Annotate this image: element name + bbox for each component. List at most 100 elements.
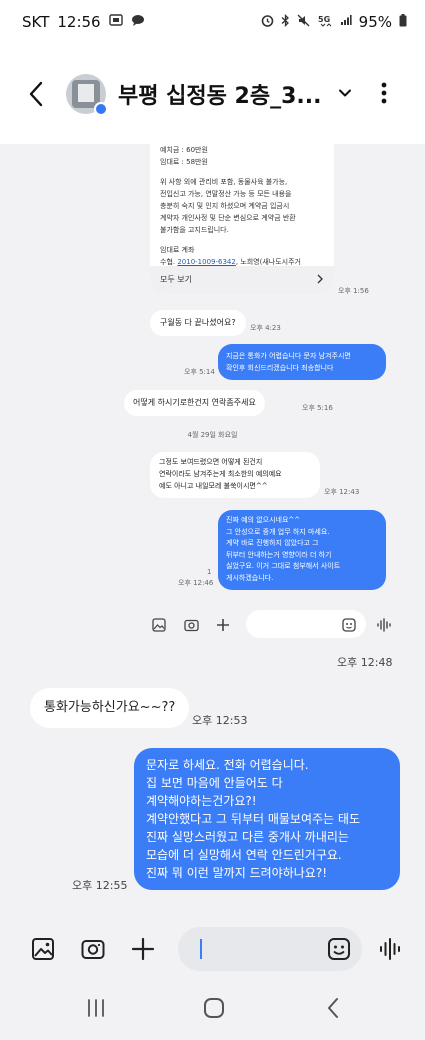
expand-button[interactable] — [336, 84, 354, 102]
home-icon — [204, 998, 224, 1018]
message-timestamp: 오후 12:53 — [192, 714, 248, 727]
incoming-message[interactable]: 그정도 보여드렸으면 어떻게 된건지 연락이라도 남겨주는게 최소한의 예의예요… — [150, 452, 320, 498]
account-holder: , 노희영(새나도시주거 — [235, 258, 301, 266]
embedded-input — [246, 610, 366, 638]
mute-icon — [297, 14, 310, 31]
sticker-icon — [342, 617, 356, 636]
voice-wave-icon — [376, 618, 392, 636]
message-line: 연락이라도 남겨주는게 최소한의 예의예요 — [159, 470, 282, 478]
incoming-message-card[interactable]: 예치금 : 60만원 임대료 : 58만원 위 사항 외에 관리비 포함, 동물… — [150, 144, 334, 294]
5g-icon: 5G — [317, 13, 333, 31]
back-button[interactable] — [22, 76, 52, 112]
chevron-down-icon — [339, 89, 351, 97]
voice-input-button[interactable] — [378, 936, 404, 962]
message-line: 그정도 보여드렸으면 어떻게 된건지 — [159, 458, 263, 466]
message-timestamp: 오후 12:43 — [324, 488, 360, 496]
message-line: 모습에 더 실망해서 연락 안드린거구요. — [146, 848, 342, 862]
message-line: 진짜 예의 없으시네요^^ — [226, 516, 301, 524]
avatar-photo-detail — [78, 84, 94, 102]
bluetooth-icon — [281, 13, 290, 31]
unread-count: 1 — [207, 568, 212, 576]
nav-back-button[interactable] — [322, 996, 346, 1020]
conversation-header: 부평 십정동 2층_3... — [0, 44, 425, 144]
message-line: 문자로 하세요. 전화 어렵습니다. — [146, 758, 309, 772]
message-line: 계약안했다고 그 뒤부터 매물보여주는 태도 — [146, 812, 360, 826]
camera-icon — [184, 618, 199, 636]
back-icon — [328, 998, 338, 1018]
message-line: 게시하겠습니다. — [226, 573, 274, 582]
message-line: 계약 바로 진행하지 않았다고 그 — [226, 539, 319, 547]
card-line: 임대료 : 58만원 — [160, 158, 208, 166]
date-separator: 4월 29일 화요일 — [187, 431, 238, 439]
recents-icon — [88, 999, 104, 1017]
gallery-icon — [32, 938, 54, 960]
card-line: 충분히 숙지 및 인지 하셨으며 계약금 입금시 — [160, 202, 290, 210]
message-input[interactable] — [178, 927, 362, 971]
message-line: 계약해야하는건가요?! — [146, 794, 257, 808]
message-line: 지금은 통화가 어렵습니다 문자 남겨주시면 — [226, 352, 351, 360]
gallery-button[interactable] — [30, 936, 56, 962]
incoming-message[interactable]: 통화가능하신가요~~?? — [30, 688, 190, 728]
outgoing-message[interactable]: 진짜 예의 없으시네요^^ 그 안성으로 중개 업무 하지 마세요. 계약 바로… — [218, 510, 386, 590]
camera-icon — [81, 940, 105, 959]
gallery-icon — [152, 618, 166, 636]
outgoing-message[interactable]: 지금은 통화가 어렵습니다 문자 남겨주시면 확인후 회신드리겠습니다 죄송합니… — [218, 344, 386, 380]
message-timestamp: 오후 5:14 — [184, 368, 215, 376]
outgoing-message[interactable]: 문자로 하세요. 전화 어렵습니다. 집 보면 마음에 안들어도 다 계약해야하… — [134, 748, 400, 890]
account-label: 임대료 계좌 — [160, 246, 195, 254]
more-options-button[interactable] — [377, 78, 391, 108]
camera-button[interactable] — [80, 936, 106, 962]
composer-bar — [0, 920, 425, 1040]
voice-wave-icon — [380, 938, 400, 960]
message-line: 진짜 실망스러웠고 다른 중개사 까내리는 — [146, 830, 349, 844]
carrier-label: SKT — [22, 13, 50, 31]
message-line: 예도 아니고 내일모레 불쑥이시면^^ — [159, 482, 268, 490]
message-line: 뒤부터 안내하는거 영향이라 더 하기 — [226, 550, 332, 559]
see-all-button[interactable]: 모두 보기 — [150, 266, 334, 294]
card-line: 불가함을 고지드립니다. — [160, 226, 229, 234]
signal-icon — [340, 14, 352, 30]
see-all-label: 모두 보기 — [160, 275, 192, 284]
card-line: 예치금 : 60만원 — [160, 146, 208, 154]
text-caret — [200, 939, 202, 959]
battery-percent: 95% — [358, 13, 392, 31]
incoming-message[interactable]: 어떻게 하시기로한건지 연락좀주세요 — [124, 390, 265, 416]
more-vertical-icon — [381, 82, 387, 104]
embedded-composer — [150, 610, 400, 640]
chevron-left-icon — [29, 81, 43, 107]
message-timestamp: 오후 4:23 — [250, 324, 281, 332]
rcs-badge-icon — [94, 102, 108, 116]
contact-name[interactable]: 부평 십정동 2층_3... — [118, 78, 321, 110]
chat-bubble-icon — [131, 14, 145, 30]
message-line: 진짜 뭐 이런 말까지 드려야하나요?! — [146, 866, 327, 880]
message-line: 확인후 회신드리겠습니다 죄송합니다 — [226, 364, 334, 372]
plus-icon — [131, 937, 155, 961]
sticker-icon — [328, 938, 350, 960]
message-timestamp: 오후 1:56 — [338, 287, 369, 295]
message-line: 싫었구요. 이거 그대로 첨부해서 사이트 — [226, 562, 341, 570]
chevron-right-icon — [316, 274, 324, 287]
incoming-message[interactable]: 구월동 다 끝나셨어요? — [150, 310, 246, 336]
message-line: 그 안성으로 중개 업무 하지 마세요. — [226, 527, 330, 536]
card-line: 전입신고 가능, 연말정산 가능 등 모든 내용을 — [160, 190, 292, 198]
message-timestamp: 오후 12:48 — [337, 656, 393, 669]
message-line: 집 보면 마음에 안들어도 다 — [146, 776, 283, 790]
recents-button[interactable] — [84, 996, 108, 1020]
message-timestamp: 오후 12:46 — [178, 579, 214, 587]
sim-icon — [108, 14, 123, 30]
account-number-link[interactable]: 2010-1009-6342 — [177, 258, 236, 266]
clock: 12:56 — [57, 13, 101, 31]
message-timestamp: 오후 12:55 — [72, 879, 128, 892]
card-line: 위 사항 외에 관리비 포함, 동물사육 불가능, — [160, 178, 288, 186]
battery-icon — [399, 13, 407, 31]
bank-name: 수협. — [160, 258, 176, 266]
message-timestamp: 오후 5:16 — [302, 404, 333, 412]
sticker-button[interactable] — [326, 936, 352, 962]
alarm-icon — [261, 14, 274, 31]
svg-text:5G: 5G — [318, 15, 330, 24]
plus-icon — [216, 618, 230, 636]
home-button[interactable] — [202, 996, 226, 1020]
add-attachment-button[interactable] — [130, 936, 156, 962]
status-bar: SKT 12:56 5G 95% — [0, 0, 425, 44]
message-list[interactable]: 예치금 : 60만원 임대료 : 58만원 위 사항 외에 관리비 포함, 동물… — [0, 144, 425, 920]
